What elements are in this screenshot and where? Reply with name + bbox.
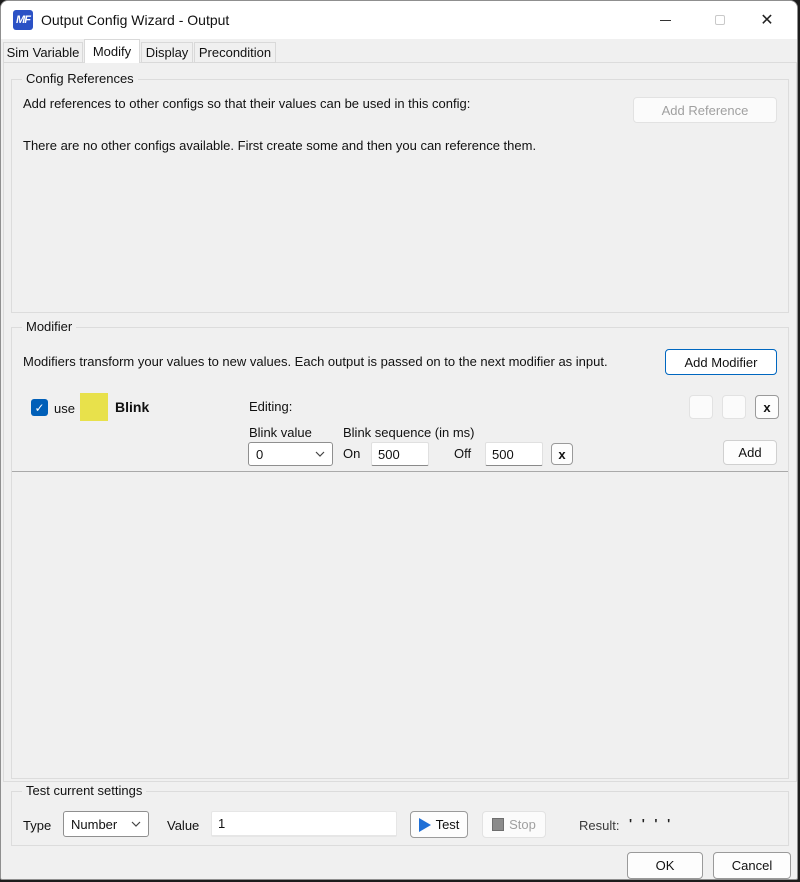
config-references-title: Config References <box>22 71 138 86</box>
blink-value-label: Blink value <box>249 425 312 440</box>
ok-button[interactable]: OK <box>627 852 703 879</box>
app-logo-icon: MF <box>13 10 33 30</box>
stop-button[interactable]: Stop <box>482 811 546 838</box>
use-label: use <box>54 401 75 416</box>
blink-value-dropdown[interactable]: 0 <box>248 442 333 466</box>
tab-sim-variable[interactable]: Sim Variable <box>3 42 83 63</box>
maximize-icon <box>715 15 725 25</box>
chevron-down-icon <box>131 821 141 827</box>
test-button[interactable]: Test <box>410 811 468 838</box>
config-references-description: Add references to other configs so that … <box>23 96 470 111</box>
tab-precondition[interactable]: Precondition <box>194 42 276 63</box>
editing-label: Editing: <box>249 399 292 414</box>
modifier-group: Modifier <box>11 327 789 779</box>
check-icon: ✓ <box>34 401 44 415</box>
blink-sequence-label: Blink sequence (in ms) <box>343 425 475 440</box>
play-icon <box>419 818 431 832</box>
value-input[interactable] <box>211 811 397 837</box>
off-input[interactable] <box>485 442 543 466</box>
on-input[interactable] <box>371 442 429 466</box>
type-dropdown[interactable]: Number <box>63 811 149 837</box>
remove-modifier-button[interactable]: x <box>755 395 779 419</box>
stop-icon <box>492 818 504 831</box>
close-button[interactable]: ✕ <box>745 1 789 39</box>
modifier-description: Modifiers transform your values to new v… <box>23 354 608 369</box>
dialog-window: MF Output Config Wizard - Output ✕ Sim V… <box>0 0 798 880</box>
result-value: ' ' ' ' <box>629 816 673 831</box>
off-label: Off <box>454 446 471 461</box>
use-checkbox[interactable]: ✓ <box>31 399 48 416</box>
type-label: Type <box>23 818 51 833</box>
config-references-empty-message: There are no other configs available. Fi… <box>23 138 536 153</box>
window-title: Output Config Wizard - Output <box>41 1 229 39</box>
test-settings-title: Test current settings <box>22 783 146 798</box>
value-label: Value <box>167 818 199 833</box>
type-selected: Number <box>71 817 117 832</box>
modifier-color-swatch[interactable] <box>80 393 108 421</box>
minimize-button[interactable] <box>643 1 687 39</box>
result-label: Result: <box>579 818 619 833</box>
modifier-title: Modifier <box>22 319 76 334</box>
add-modifier-button[interactable]: Add Modifier <box>665 349 777 375</box>
add-sequence-button[interactable]: Add <box>723 440 777 465</box>
modifier-row-separator <box>12 471 788 472</box>
chevron-down-icon <box>315 451 325 457</box>
cancel-button[interactable]: Cancel <box>713 852 791 879</box>
add-reference-button[interactable]: Add Reference <box>633 97 777 123</box>
close-x-icon: x <box>558 447 565 462</box>
tab-display[interactable]: Display <box>141 42 193 63</box>
move-down-button[interactable] <box>722 395 746 419</box>
close-x-icon: x <box>763 400 770 415</box>
on-label: On <box>343 446 360 461</box>
titlebar: MF Output Config Wizard - Output ✕ <box>1 1 797 39</box>
tab-modify[interactable]: Modify <box>84 39 140 63</box>
maximize-button[interactable] <box>698 1 742 39</box>
minimize-icon <box>660 20 671 21</box>
modifier-name: Blink <box>115 399 149 415</box>
remove-sequence-button[interactable]: x <box>551 443 573 465</box>
stop-button-label: Stop <box>509 817 536 832</box>
move-up-button[interactable] <box>689 395 713 419</box>
test-button-label: Test <box>436 817 460 832</box>
blink-value-selected: 0 <box>256 447 263 462</box>
